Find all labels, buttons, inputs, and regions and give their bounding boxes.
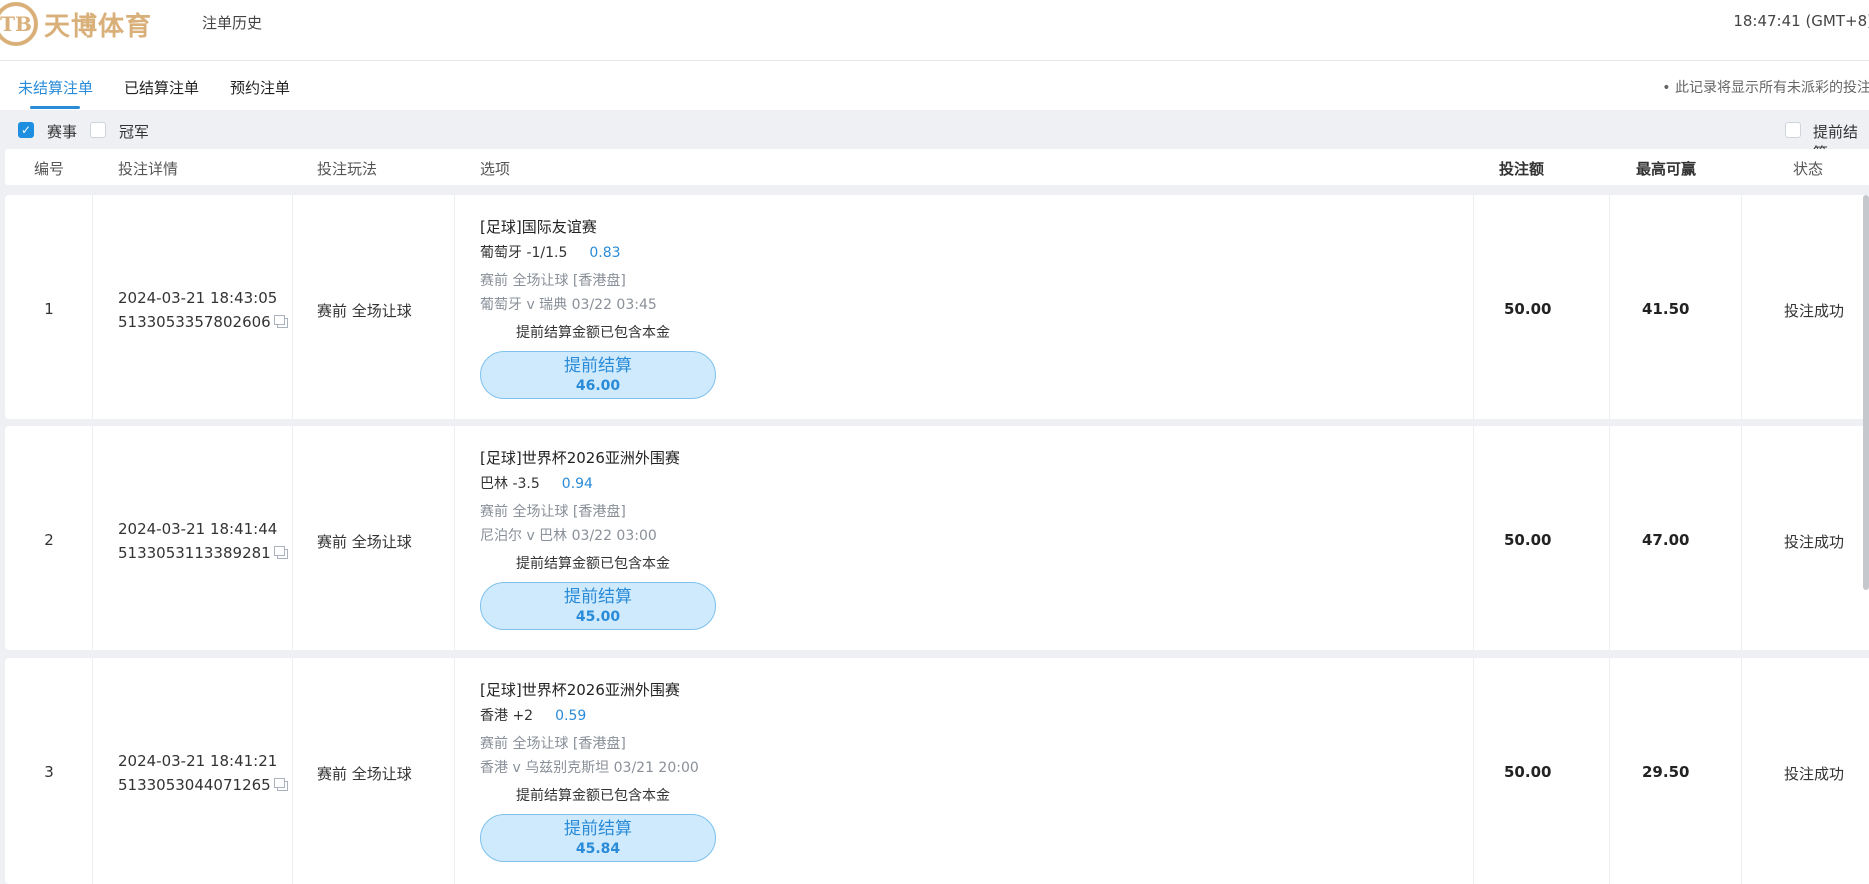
outright-filter-label[interactable]: 冠军 (119, 121, 149, 142)
cashout-filter-checkbox[interactable] (1785, 122, 1801, 138)
bet-option: [足球]世界杯2026亚洲外围赛 巴林 -3.5 0.94 赛前 全场让球 [香港… (480, 444, 960, 630)
cashout-button-label: 提前结算 (564, 819, 632, 839)
bet-type: 赛前 全场让球 (317, 765, 412, 783)
bet-status: 投注成功 (1784, 302, 1845, 320)
stake: 50.00 (1504, 300, 1552, 318)
bet-time: 2024-03-21 18:41:21 (118, 752, 278, 770)
bet-time: 2024-03-21 18:41:44 (118, 520, 278, 538)
clock: 18:47:41 (GMT+8) (1733, 12, 1869, 30)
col-stake: 投注额 (1499, 160, 1545, 178)
tab-unsettled[interactable]: 未结算注单 (18, 77, 93, 98)
row-number: 1 (44, 300, 54, 318)
market-info: 赛前 全场让球 [香港盘] (480, 504, 626, 520)
bet-detail: 2024-03-21 18:43:05 5133053357802606 (118, 286, 288, 334)
bet-type: 赛前 全场让球 (317, 302, 412, 320)
outright-checkbox[interactable] (90, 122, 106, 138)
row-number: 2 (44, 531, 54, 549)
bet-status: 投注成功 (1784, 533, 1845, 551)
col-max-win: 最高可赢 (1636, 160, 1697, 178)
cashout-button[interactable]: 提前结算 46.00 (480, 351, 716, 399)
market-info: 赛前 全场让球 [香港盘] (480, 273, 626, 289)
col-option: 选项 (480, 160, 511, 178)
match-info: 香港 v 乌兹别克斯坦 03/21 20:00 (480, 760, 699, 776)
notice-text: • 此记录将显示所有未派彩的投注 (1662, 80, 1869, 96)
odds: 0.94 (561, 476, 593, 492)
stake: 50.00 (1504, 531, 1552, 549)
cashout-amount: 45.84 (575, 841, 621, 857)
odds: 0.83 (589, 245, 621, 261)
league-name: [足球]国际友谊赛 (480, 218, 597, 236)
bet-status: 投注成功 (1784, 765, 1845, 783)
cashout-button[interactable]: 提前结算 45.00 (480, 582, 716, 630)
copy-icon[interactable] (273, 315, 288, 328)
odds: 0.59 (555, 708, 587, 724)
col-type: 投注玩法 (317, 160, 378, 178)
col-no: 编号 (34, 160, 65, 178)
bet-detail: 2024-03-21 18:41:21 5133053044071265 (118, 749, 288, 797)
col-detail: 投注详情 (118, 160, 179, 178)
active-tab-indicator (30, 106, 80, 109)
bet-option: [足球]国际友谊赛 葡萄牙 -1/1.5 0.83 赛前 全场让球 [香港盘] 葡… (480, 213, 960, 399)
bet-detail: 2024-03-21 18:41:44 5133053113389281 (118, 517, 288, 565)
match-info: 尼泊尔 v 巴林 03/22 03:00 (480, 528, 657, 544)
col-status: 状态 (1793, 160, 1824, 178)
events-checkbox[interactable]: ✓ (18, 122, 34, 138)
table-row: 3 2024-03-21 18:41:21 5133053044071265 赛… (5, 658, 1869, 884)
bet-option: [足球]世界杯2026亚洲外围赛 香港 +2 0.59 赛前 全场让球 [香港盘]… (480, 676, 960, 862)
logo[interactable]: TB 天博体育 (0, 0, 152, 48)
copy-icon[interactable] (273, 778, 288, 791)
league-name: [足球]世界杯2026亚洲外围赛 (480, 681, 680, 699)
pick: 葡萄牙 -1/1.5 (480, 245, 568, 261)
league-name: [足球]世界杯2026亚洲外围赛 (480, 449, 680, 467)
row-number: 3 (44, 763, 54, 781)
max-win: 41.50 (1642, 300, 1690, 318)
cashout-amount: 45.00 (575, 609, 621, 625)
market-info: 赛前 全场让球 [香港盘] (480, 736, 626, 752)
stake: 50.00 (1504, 763, 1552, 781)
bet-id: 5133053113389281 (118, 544, 271, 562)
cashout-note: 提前结算金额已包含本金 (516, 556, 670, 572)
bet-id: 5133053357802606 (118, 313, 271, 331)
cashout-amount: 46.00 (575, 378, 621, 394)
cashout-button-label: 提前结算 (564, 356, 632, 376)
tab-reserved[interactable]: 预约注单 (230, 77, 290, 98)
bet-type: 赛前 全场让球 (317, 533, 412, 551)
table-row: 2 2024-03-21 18:41:44 5133053113389281 赛… (5, 426, 1869, 650)
tabs-bar: 未结算注单 已结算注单 预约注单 • 此记录将显示所有未派彩的投注 (0, 61, 1869, 110)
cashout-note: 提前结算金额已包含本金 (516, 325, 670, 341)
logo-mark-icon: TB (0, 2, 38, 46)
filter-bar: ✓ 赛事 冠军 提前结算 (0, 110, 1869, 162)
max-win: 29.50 (1642, 763, 1690, 781)
events-filter-label[interactable]: 赛事 (47, 121, 77, 142)
logo-text: 天博体育 (44, 11, 153, 42)
bet-id: 5133053044071265 (118, 776, 271, 794)
pick: 巴林 -3.5 (480, 476, 540, 492)
copy-icon[interactable] (273, 546, 288, 559)
match-info: 葡萄牙 v 瑞典 03/22 03:45 (480, 297, 657, 313)
bet-time: 2024-03-21 18:43:05 (118, 289, 278, 307)
cashout-button[interactable]: 提前结算 45.84 (480, 814, 716, 862)
table-row: 1 2024-03-21 18:43:05 5133053357802606 赛… (5, 195, 1869, 419)
vertical-scrollbar[interactable] (1863, 195, 1869, 590)
cashout-button-label: 提前结算 (564, 587, 632, 607)
max-win: 47.00 (1642, 531, 1690, 549)
page-title: 注单历史 (202, 14, 263, 32)
cashout-note: 提前结算金额已包含本金 (516, 788, 670, 804)
tab-settled[interactable]: 已结算注单 (124, 77, 199, 98)
top-bar: TB 天博体育 注单历史 18:47:41 (GMT+8) (0, 0, 1869, 61)
table-header: 编号 投注详情 投注玩法 选项 投注额 最高可赢 状态 (5, 149, 1869, 185)
pick: 香港 +2 (480, 708, 534, 724)
